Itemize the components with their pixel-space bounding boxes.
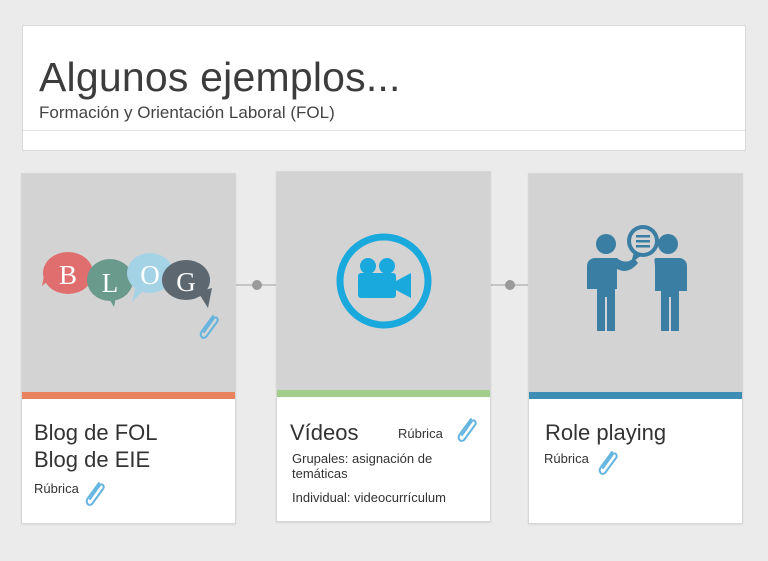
header-divider [23,130,745,131]
svg-text:L: L [102,268,119,298]
svg-text:B: B [59,260,77,290]
card-blog-color-bar [22,392,235,399]
card-videos-title: Vídeos [290,420,359,445]
svg-text:G: G [176,267,196,297]
svg-text:O: O [140,260,160,290]
paperclip-icon[interactable] [196,312,222,342]
card-videos-detail-individual: Individual: videocurrículum [292,490,446,505]
paperclip-icon[interactable] [454,415,480,445]
video-camera-icon [336,233,432,329]
connector-dot-2 [505,280,515,290]
card-role-playing-media [529,174,742,392]
card-videos-detail-grupales: Grupales: asignación de temáticas [292,451,433,481]
paperclip-icon[interactable] [595,448,621,478]
card-blog-title-line1: Blog de FOL [34,420,158,445]
card-role-playing-title: Role playing [545,420,667,445]
header-card: Algunos ejemplos... Formación y Orientac… [22,25,746,151]
two-people-talking-icon [587,225,687,331]
card-videos-color-bar [277,390,490,397]
page-title: Algunos ejemplos... [39,54,401,100]
blog-speech-bubbles-icon: B L O G [42,252,212,308]
page-subtitle: Formación y Orientación Laboral (FOL) [39,103,335,122]
card-role-playing-rubrica-label[interactable]: Rúbrica [544,451,589,466]
paperclip-icon[interactable] [82,479,108,509]
card-blog-media: B L O G [22,174,235,392]
card-role-playing-color-bar [529,392,742,399]
card-blog-rubrica-label[interactable]: Rúbrica [34,481,79,496]
card-videos-rubrica-label[interactable]: Rúbrica [398,426,443,441]
card-role-playing[interactable]: Role playing Rúbrica [528,173,743,524]
card-blog[interactable]: B L O G Blog de FOL Blog de EIE Rúbrica [21,173,236,524]
card-videos-media [277,172,490,390]
card-videos[interactable]: Vídeos Rúbrica Grupales: asignación de t… [276,171,491,522]
card-blog-title-line2: Blog de EIE [34,447,151,472]
connector-dot-1 [252,280,262,290]
